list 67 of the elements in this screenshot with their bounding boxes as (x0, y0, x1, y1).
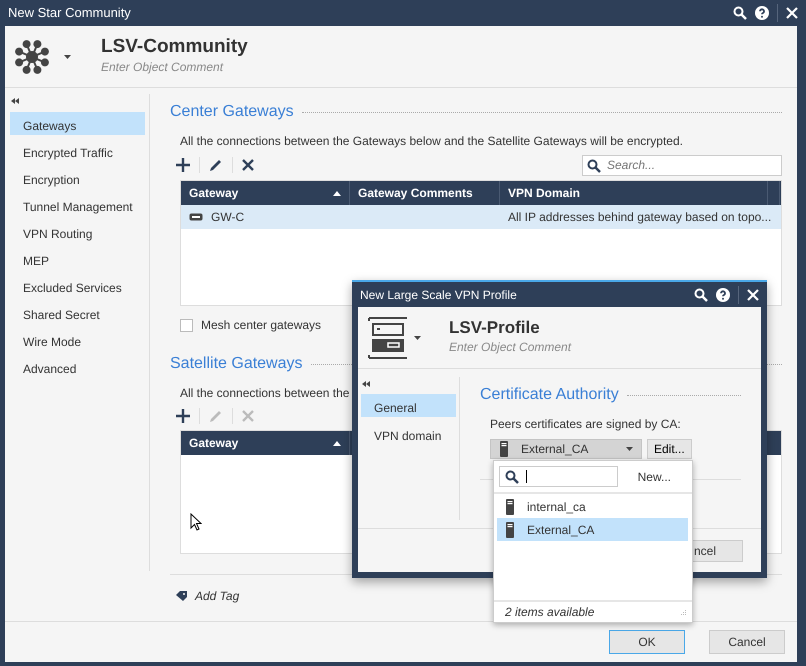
text-caret (526, 470, 527, 483)
collapse-icon[interactable] (362, 381, 370, 387)
help-icon[interactable] (716, 288, 730, 302)
search-field[interactable] (499, 466, 618, 487)
dropdown-item[interactable]: internal_ca (497, 495, 688, 518)
checkbox-label: Mesh center gateways (201, 317, 322, 334)
window-title: New Star Community (8, 4, 131, 22)
object-name[interactable]: LSV-Profile (449, 319, 572, 338)
table-cell-text: GW-C (211, 209, 244, 226)
section-title: Certificate Authority (480, 385, 619, 405)
delete-icon[interactable] (242, 159, 254, 171)
pencil-icon[interactable] (209, 158, 223, 172)
cursor-icon (190, 513, 202, 531)
server-icon (505, 522, 515, 538)
search-field[interactable]: Search... (582, 154, 782, 176)
description: All the connections between the (180, 385, 350, 402)
dialog-button[interactable]: ncel (693, 540, 743, 562)
sidebar-item[interactable]: VPN Routing (10, 220, 145, 243)
sidebar-item[interactable]: Encrypted Traffic (10, 139, 145, 162)
description: All the connections between the Gateways below and the Satellite Gateways will be encrypted. (180, 133, 683, 150)
checkbox[interactable] (180, 318, 193, 332)
help-icon[interactable] (755, 6, 769, 20)
add-tag-link[interactable]: Add Tag (195, 587, 240, 605)
section-title: Satellite Gateways (170, 354, 303, 374)
close-icon[interactable] (786, 7, 798, 19)
search-icon (587, 158, 601, 172)
collapse-icon[interactable] (11, 98, 19, 104)
add-icon[interactable] (176, 158, 190, 172)
close-icon[interactable] (747, 288, 759, 300)
table-cell-text: All IP addresses behind gateway based on topo... (507, 209, 772, 226)
sort-icon[interactable] (333, 190, 341, 196)
field-label: Peers certificates are signed by CA: (490, 416, 682, 433)
server-icon (499, 441, 509, 457)
sidebar-item[interactable]: General (361, 394, 456, 417)
sidebar-item[interactable]: Encryption (10, 166, 145, 189)
dialog-button[interactable]: OK (609, 630, 685, 654)
caret-icon[interactable] (414, 336, 421, 340)
sidebar-item[interactable]: Shared Secret (10, 301, 145, 324)
dropdown-item[interactable]: External_CA (497, 518, 688, 541)
sidebar-item[interactable]: Gateways (10, 112, 145, 135)
search-icon[interactable] (694, 288, 708, 302)
sidebar-item[interactable]: Tunnel Management (10, 193, 145, 216)
gateway-icon (189, 213, 203, 221)
caret-icon[interactable] (626, 447, 633, 451)
table-row[interactable]: GW-C All IP addresses behind gateway based on topo... (181, 205, 781, 229)
dialog-title: New Large Scale VPN Profile (360, 286, 517, 304)
dialog-button[interactable]: Cancel (709, 630, 785, 654)
search-icon[interactable] (733, 6, 747, 20)
sidebar-item[interactable]: MEP (10, 247, 145, 270)
tag-icon[interactable] (176, 591, 187, 601)
caret-icon[interactable] (64, 54, 71, 58)
server-rack-icon[interactable] (368, 316, 408, 358)
object-name[interactable]: LSV-Community (101, 37, 248, 58)
sidebar-item[interactable]: Excluded Services (10, 274, 145, 297)
sidebar-item[interactable]: Advanced (10, 355, 145, 378)
sidebar-item[interactable]: Wire Mode (10, 328, 145, 351)
server-icon (505, 498, 515, 514)
status-text: 2 items available (505, 604, 594, 621)
sort-icon[interactable] (333, 440, 341, 446)
search-icon (505, 470, 519, 484)
column-header[interactable]: Gateway (181, 431, 350, 455)
section-title: Center Gateways (170, 102, 294, 122)
new-link[interactable]: New... (638, 468, 671, 486)
edit-button[interactable]: Edit... (647, 439, 692, 459)
ca-select[interactable]: External_CA (490, 439, 642, 459)
add-icon[interactable] (176, 409, 190, 423)
sidebar-item[interactable]: VPN domain (361, 422, 456, 445)
